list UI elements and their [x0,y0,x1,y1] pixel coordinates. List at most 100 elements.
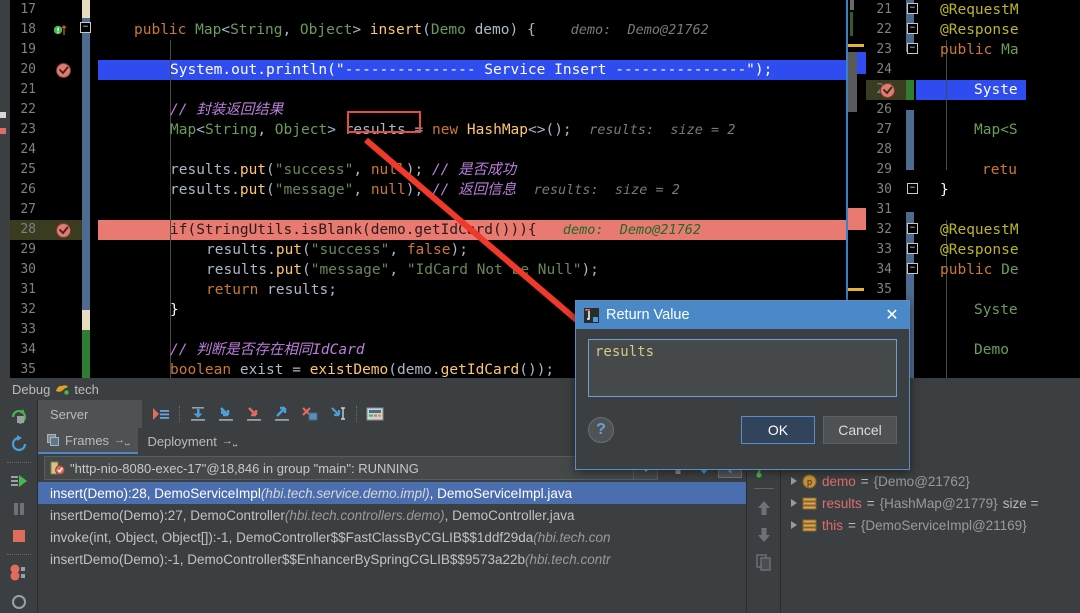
fold-collapse-icon[interactable]: − [907,3,918,14]
run-to-cursor-icon[interactable] [325,402,351,426]
line-number: 32 [12,300,36,320]
editor-scrollbar-thumb[interactable] [848,52,857,112]
vcs-change-marker [906,110,914,170]
line-number: 18 [12,20,36,40]
stop-icon[interactable] [4,523,34,549]
line-number: 29 [12,240,36,260]
show-execution-point-icon[interactable] [148,402,174,426]
marker-stripe [850,12,853,36]
map-icon [802,496,817,511]
tab-server[interactable]: Server [38,400,142,428]
tomcat-icon [54,382,70,396]
line-number: 21 [12,80,36,100]
line-number: 30 [12,260,36,280]
line-number: 24 [868,60,892,80]
subtab-frames[interactable]: Frames →˽ [38,428,138,454]
debug-body: Server [0,400,1080,613]
breakpoint-current-icon[interactable] [56,223,70,237]
editor-fold-column[interactable]: − [82,0,98,378]
mute-breakpoints-icon[interactable] [4,587,34,613]
debug-sidebar [0,400,38,613]
editor-gutter[interactable]: 17 18 19 20 21 22 23 24 25 26 27 28 29 3… [10,0,82,378]
frame-item[interactable]: invoke(int, Object, Object[]):-1, DemoCo… [38,526,746,548]
marker-stripe [848,44,864,47]
editor-code-text-right[interactable]: @RequestM @Response public Ma Syste Map<… [922,0,1026,378]
resume-program-icon[interactable] [4,468,34,494]
variable-size: size = [1003,496,1039,511]
vcs-change-marker [82,310,90,330]
thread-name: "http-nio-8080-exec-17"@18,846 in group … [70,461,419,476]
rerun-icon[interactable] [4,404,34,430]
code-line-r30: } [940,180,949,200]
variable-value: {DemoServiceImpl@21169} [861,518,1027,533]
close-icon[interactable]: ✕ [881,304,903,326]
debug-subtabrow: Frames →˽ Deployment →˽ [38,428,1080,454]
ok-button[interactable]: OK [741,416,815,444]
code-line-18: public Map<String, Object> insert(Demo d… [134,20,709,40]
step-over-icon[interactable] [185,402,211,426]
line-number: 32 [868,220,892,240]
force-step-into-icon[interactable] [241,402,267,426]
vcs-change-marker [82,18,90,310]
code-line-r29: retu [982,160,1017,180]
variable-name: demo [822,474,856,489]
line-number: 26 [868,100,892,120]
line-number: 19 [12,40,36,60]
editor-left-strip [0,0,10,378]
restart-icon[interactable] [4,432,34,458]
toolbar-separator [356,406,357,422]
step-out-icon[interactable] [269,402,295,426]
implementing-method-icon[interactable] [53,23,67,37]
help-button[interactable]: ? [588,417,614,443]
line-number: 27 [12,200,36,220]
object-icon [802,518,817,533]
thread-selector[interactable]: "http-nio-8080-exec-17"@18,846 in group … [44,456,658,480]
variable-name: results [822,496,862,511]
fold-collapse-icon[interactable]: − [907,23,918,34]
copy-value-icon[interactable] [751,549,777,575]
evaluate-expression-icon[interactable] [362,402,388,426]
move-watch-down-icon[interactable] [751,522,777,548]
breakpoint-icon[interactable] [56,63,70,77]
line-number: 24 [12,140,36,160]
step-into-icon[interactable] [213,402,239,426]
frame-file: , DemoServiceImpl.java [430,486,573,501]
variables-toolbar [746,454,780,613]
frame-item[interactable]: insertDemo(Demo):27, DemoController (hbi… [38,504,746,526]
fold-collapse-icon[interactable]: − [907,43,918,54]
fold-collapse-icon[interactable]: − [80,22,91,33]
expression-input[interactable] [588,339,897,397]
code-line-22: // 封装返回结果 [170,100,283,120]
variable-row[interactable]: this = {DemoServiceImpl@21169} [781,514,1080,536]
return-value-dialog[interactable]: Return Value ✕ ? OK Cancel [575,300,910,470]
fold-collapse-icon[interactable]: − [907,263,918,274]
fold-collapse-icon[interactable]: − [907,223,918,234]
variable-row[interactable]: p demo = {Demo@21762} [781,470,1080,492]
dialog-titlebar[interactable]: Return Value ✕ [576,301,909,329]
frame-file: , DemoController.java [445,508,575,523]
breakpoint-icon[interactable] [880,83,894,97]
move-watch-up-icon[interactable] [751,495,777,521]
debug-center: Server [38,400,1080,613]
frame-item[interactable]: insertDemo(Demo):-1, DemoController$$Enh… [38,548,746,570]
code-line-r22: @Response [940,20,1019,40]
expand-arrow-icon[interactable] [791,521,797,529]
frames-list[interactable]: insert(Demo):28, DemoServiceImpl (hbi.te… [38,482,746,613]
code-line-r38: Demo [974,340,1018,360]
vcs-change-marker [82,0,90,18]
fold-collapse-icon[interactable]: − [907,243,918,254]
fold-collapse-icon[interactable]: − [907,183,918,194]
code-line-r21: @RequestM [940,0,1019,20]
expand-arrow-icon[interactable] [791,499,797,507]
code-line-32: } [170,300,179,320]
view-breakpoints-icon[interactable] [4,560,34,586]
expand-arrow-icon[interactable] [791,477,797,485]
drop-frame-icon[interactable] [297,402,323,426]
variables-pane[interactable]: p demo = {Demo@21762} [780,454,1080,613]
line-number: 23 [868,40,892,60]
pause-program-icon[interactable] [4,496,34,522]
cancel-button[interactable]: Cancel [823,416,897,444]
subtab-deployment[interactable]: Deployment →˽ [138,428,246,454]
variable-row[interactable]: results = {HashMap@21779} size = [781,492,1080,514]
frame-item[interactable]: insert(Demo):28, DemoServiceImpl (hbi.te… [38,482,746,504]
